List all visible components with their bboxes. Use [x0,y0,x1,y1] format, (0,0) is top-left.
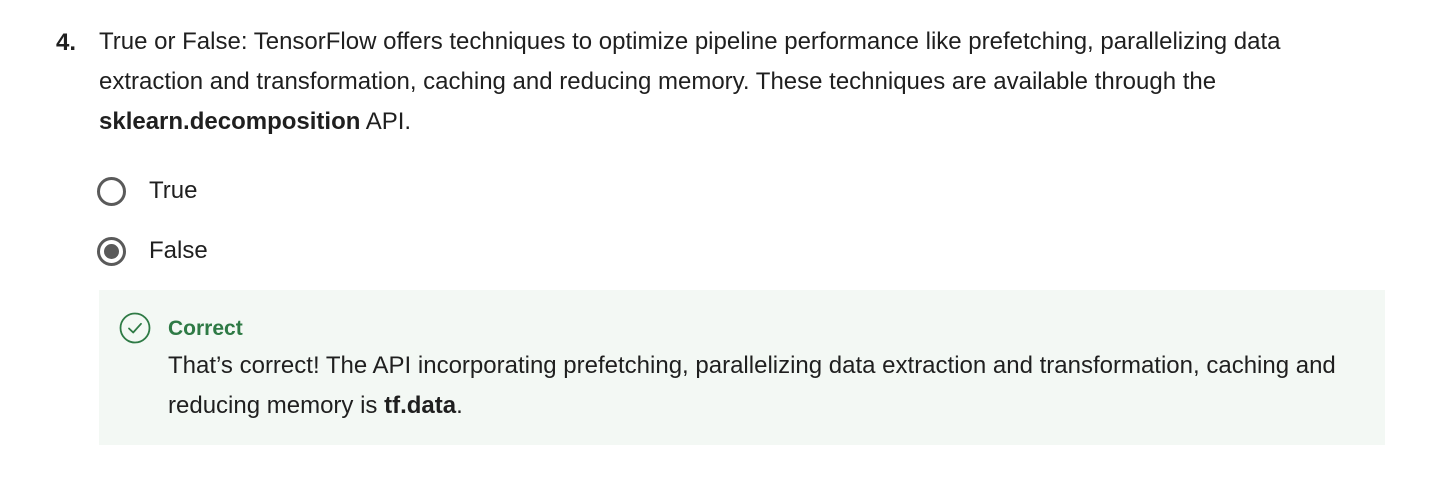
option-true[interactable]: True [97,174,197,208]
option-false-label: False [149,237,208,264]
radio-false[interactable] [97,236,126,266]
quiz-question: 4. True or False: TensorFlow offers tech… [0,0,1436,494]
radio-true[interactable] [97,176,126,206]
option-false[interactable]: False [97,234,208,268]
feedback-text-api-name: tf.data [384,392,457,419]
question-text-api-name: sklearn.decomposition [99,108,361,135]
feedback-status: Correct [168,317,243,340]
feedback-text-end: . [456,392,463,419]
question-number: 4. [56,29,77,56]
question-text-start: True or False: TensorFlow offers techniq… [99,28,1281,95]
option-true-label: True [149,177,198,204]
feedback-text-start: That’s correct! The API incorporating pr… [168,352,1336,419]
check-circle-icon [119,312,151,344]
question-text-end: API. [360,108,412,135]
feedback-panel: Correct That’s correct! The API incorpor… [99,290,1385,445]
feedback-text: That’s correct! The API incorporating pr… [168,346,1348,426]
question-text: True or False: TensorFlow offers techniq… [99,22,1369,142]
